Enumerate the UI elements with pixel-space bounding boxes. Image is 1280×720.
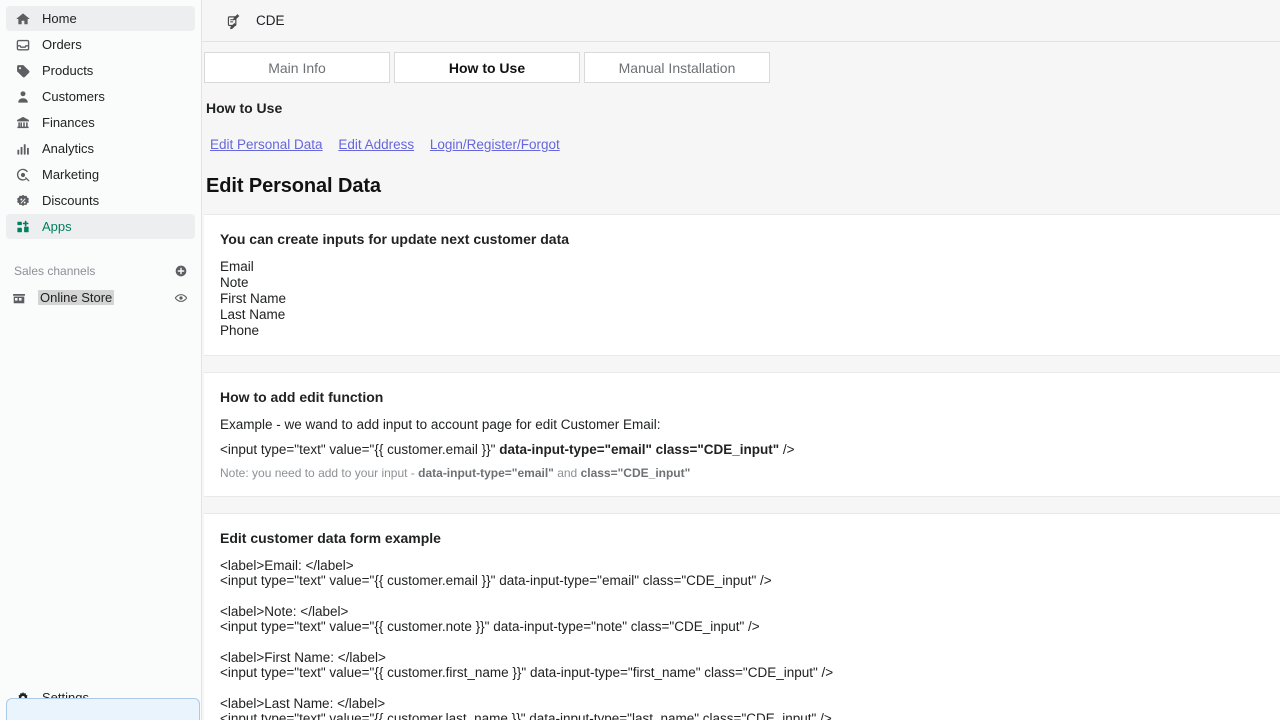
anchor-links: Edit Personal Data Edit Address Login/Re…	[210, 137, 1280, 152]
sidebar-nav-list: Home Orders Products Customers Finances …	[0, 0, 201, 240]
link-edit-address[interactable]: Edit Address	[338, 137, 414, 152]
link-edit-personal-data[interactable]: Edit Personal Data	[210, 137, 323, 152]
main-content: CDE Main Info How to Use Manual Installa…	[202, 0, 1280, 720]
sidebar-item-home[interactable]: Home	[6, 6, 195, 31]
cde-app-icon	[226, 11, 246, 31]
sales-channels-title: Sales channels	[14, 264, 96, 278]
page-content: How to Use Edit Personal Data Edit Addre…	[202, 100, 1280, 720]
products-tag-icon	[14, 62, 32, 80]
code-label-last-name: <label>Last Name: </label>	[220, 696, 386, 711]
marketing-target-icon	[14, 166, 32, 184]
app-root: Home Orders Products Customers Finances …	[0, 0, 1280, 720]
sidebar-item-label: Marketing	[42, 167, 100, 182]
plus-circle-icon[interactable]	[173, 263, 189, 279]
list-item: Phone	[220, 323, 260, 338]
code-input-first-name: <input type="text" value="{{ customer.fi…	[220, 665, 834, 680]
card-form-example: Edit customer data form example <label>E…	[204, 513, 1280, 720]
sidebar: Home Orders Products Customers Finances …	[0, 0, 202, 720]
card-inputs-list: You can create inputs for update next cu…	[204, 214, 1280, 356]
sidebar-item-discounts[interactable]: Discounts	[6, 188, 195, 213]
app-title: CDE	[256, 13, 285, 28]
note-mid: and	[553, 466, 581, 480]
list-item: Last Name	[220, 307, 286, 322]
sidebar-item-apps[interactable]: Apps	[6, 214, 195, 239]
online-store-icon	[10, 289, 28, 307]
eye-icon[interactable]	[173, 290, 189, 306]
tab-label: Manual Installation	[618, 59, 736, 76]
sidebar-item-label: Apps	[42, 219, 72, 234]
tab-bar: Main Info How to Use Manual Installation	[202, 42, 1280, 83]
tab-manual-installation[interactable]: Manual Installation	[584, 52, 770, 83]
link-login-register-forgot[interactable]: Login/Register/Forgot	[430, 137, 560, 152]
list-item: Email	[220, 259, 254, 274]
tab-label: Main Info	[268, 59, 326, 76]
sidebar-item-label: Home	[42, 11, 77, 26]
sidebar-item-label: Discounts	[42, 193, 100, 208]
code-label-email: <label>Email: </label>	[220, 558, 354, 573]
tab-main-info[interactable]: Main Info	[204, 52, 390, 83]
tab-label: How to Use	[448, 59, 526, 76]
code-suffix: />	[779, 442, 795, 457]
sidebar-item-label: Products	[42, 63, 94, 78]
tab-how-to-use[interactable]: How to Use	[394, 52, 580, 83]
code-input-note: <input type="text" value="{{ customer.no…	[220, 619, 760, 634]
sidebar-item-customers[interactable]: Customers	[6, 84, 195, 109]
sidebar-item-label: Customers	[42, 89, 105, 104]
code-label-note: <label>Note: </label>	[220, 604, 349, 619]
code-snippet-email-input: <input type="text" value="{{ customer.em…	[220, 442, 1280, 457]
list-item: Note	[220, 275, 249, 290]
sidebar-channel-online-store[interactable]: Online Store	[2, 285, 199, 310]
sidebar-item-orders[interactable]: Orders	[6, 32, 195, 57]
example-text: Example - we wand to add input to accoun…	[220, 417, 661, 432]
discounts-badge-icon	[14, 192, 32, 210]
section-label: How to Use	[206, 100, 283, 116]
card-title: How to add edit function	[220, 389, 384, 405]
customers-person-icon	[14, 88, 32, 106]
home-icon	[14, 10, 32, 28]
sidebar-item-products[interactable]: Products	[6, 58, 195, 83]
code-prefix: <input type="text" value="{{ customer.em…	[220, 442, 500, 457]
page-title: Edit Personal Data	[206, 175, 381, 197]
card-title: Edit customer data form example	[220, 530, 441, 546]
sales-channels-section-header: Sales channels	[0, 260, 201, 282]
card-title: You can create inputs for update next cu…	[220, 231, 570, 247]
finances-bank-icon	[14, 114, 32, 132]
code-bold-attrs: data-input-type="email" class="CDE_input…	[499, 442, 780, 457]
orders-icon	[14, 36, 32, 54]
code-note: Note: you need to add to your input - da…	[220, 466, 1280, 480]
sidebar-item-label: Analytics	[42, 141, 95, 156]
code-input-last-name: <input type="text" value="{{ customer.la…	[220, 711, 832, 720]
sidebar-item-marketing[interactable]: Marketing	[6, 162, 195, 187]
channel-label: Online Store	[38, 290, 115, 305]
sidebar-item-label: Orders	[42, 37, 82, 52]
sidebar-item-analytics[interactable]: Analytics	[6, 136, 195, 161]
note-prefix: Note: you need to add to your input -	[220, 466, 419, 480]
card-edit-function: How to add edit function Example - we wa…	[204, 372, 1280, 497]
sidebar-item-finances[interactable]: Finances	[6, 110, 195, 135]
list-item: First Name	[220, 291, 287, 306]
code-label-first-name: <label>First Name: </label>	[220, 650, 386, 665]
note-bold-attr: data-input-type="email"	[418, 466, 554, 480]
sidebar-focus-bar[interactable]	[6, 698, 200, 720]
apps-grid-icon	[14, 218, 32, 236]
analytics-bars-icon	[14, 140, 32, 158]
app-header: CDE	[202, 0, 1280, 42]
note-bold-class: class="CDE_input"	[580, 466, 691, 480]
code-input-email: <input type="text" value="{{ customer.em…	[220, 573, 772, 588]
customer-fields-list: Email Note First Name Last Name Phone	[220, 259, 1280, 339]
sidebar-item-label: Finances	[42, 115, 95, 130]
